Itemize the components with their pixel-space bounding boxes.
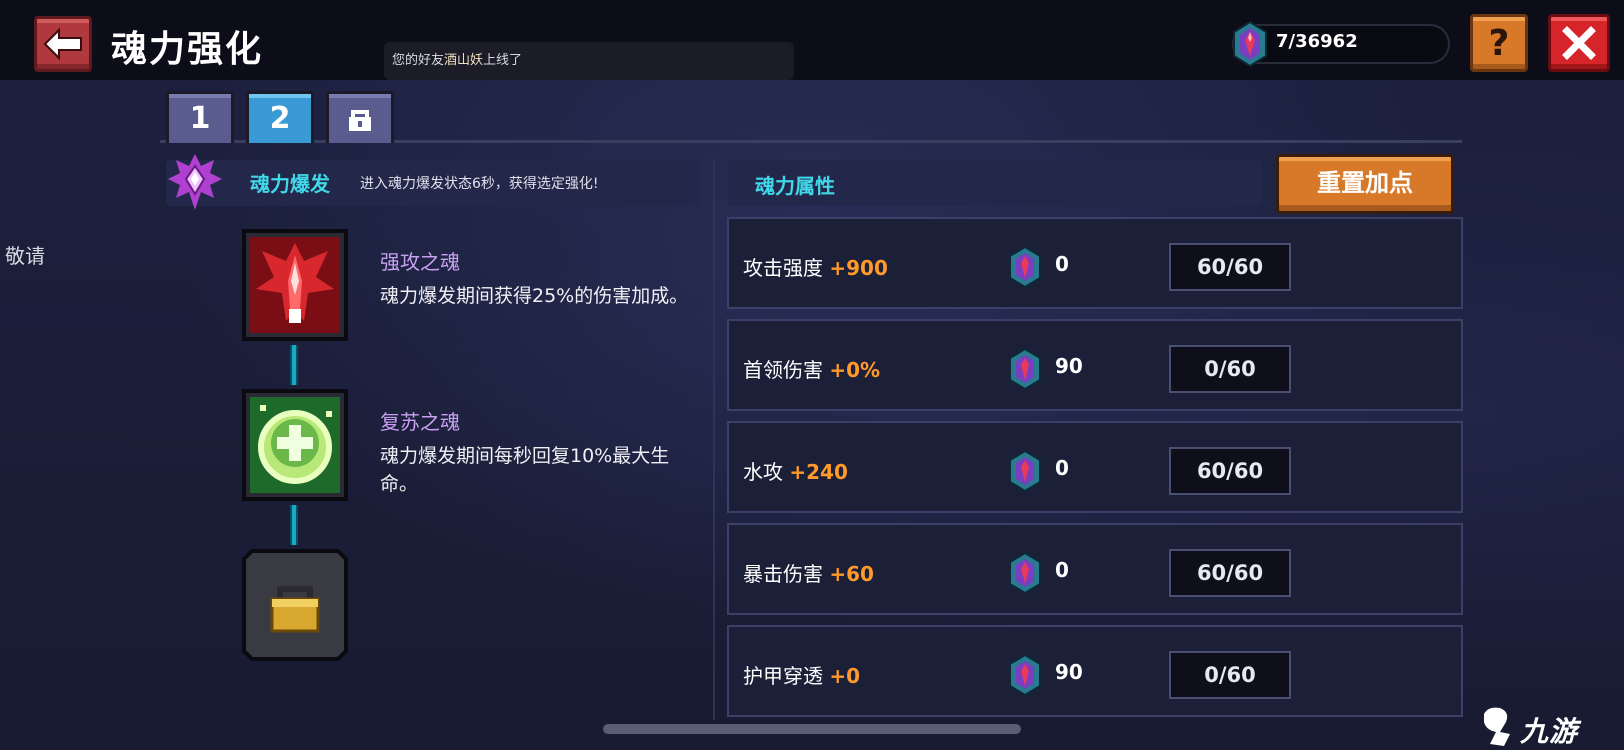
reset-points-button[interactable]: 重置加点 — [1276, 154, 1454, 214]
attribute-bonus: +240 — [789, 460, 848, 484]
notice-prefix: 您的好友 — [392, 53, 445, 68]
soul-gem-icon — [1009, 551, 1041, 595]
watermark-text: 九游 — [1520, 715, 1579, 748]
attribute-cost: 0 — [1055, 456, 1069, 480]
friend-online-notice: 您的好友酒山妖上线了 — [384, 42, 794, 80]
soul-burst-icon — [168, 154, 222, 210]
attribute-bonus: +0% — [829, 358, 881, 382]
attribute-name: 暴击伤害 — [743, 562, 823, 586]
lock-icon[interactable] — [238, 545, 352, 665]
soul-burst-title: 魂力爆发 — [250, 172, 330, 196]
attribute-label: 护甲穿透 +0 — [743, 660, 860, 689]
attribute-cost: 90 — [1055, 660, 1083, 684]
close-icon — [1562, 26, 1596, 60]
attribute-row[interactable]: 护甲穿透 +0 90 0/60 — [727, 625, 1463, 717]
attribute-row[interactable]: 水攻 +240 0 60/60 — [727, 421, 1463, 513]
panel-divider — [713, 160, 715, 720]
attribute-cost: 0 — [1055, 252, 1069, 276]
attribute-name: 水攻 — [743, 460, 783, 484]
attribute-row[interactable]: 暴击伤害 +60 0 60/60 — [727, 523, 1463, 615]
soul-gem-icon — [1233, 20, 1267, 68]
attribute-cost: 0 — [1055, 558, 1069, 582]
attributes-title: 魂力属性 — [755, 174, 835, 198]
skill-name: 强攻之魂 — [380, 250, 460, 274]
soul-gem-icon — [1009, 347, 1041, 391]
attribute-row[interactable]: 攻击强度 +900 0 60/60 — [727, 217, 1463, 309]
tab-lock-icon — [349, 109, 371, 131]
notice-suffix: 上线了 — [483, 53, 523, 68]
side-text: 敬请 — [5, 244, 45, 268]
skill-name: 复苏之魂 — [380, 410, 460, 434]
scrollbar[interactable] — [603, 724, 1021, 734]
attribute-level: 0/60 — [1169, 345, 1291, 393]
attribute-row[interactable]: 首领伤害 +0% 90 0/60 — [727, 319, 1463, 411]
page-title: 魂力强化 — [111, 29, 264, 70]
attribute-level: 60/60 — [1169, 243, 1291, 291]
attribute-name: 护甲穿透 — [743, 664, 823, 688]
help-button[interactable]: ? — [1470, 14, 1528, 72]
back-button[interactable] — [34, 16, 92, 72]
attribute-label: 水攻 +240 — [743, 456, 848, 485]
attribute-level: 60/60 — [1169, 447, 1291, 495]
skill-desc: 魂力爆发期间获得25%的伤害加成。 — [380, 285, 689, 307]
attribute-bonus: +0 — [829, 664, 861, 688]
question-mark-icon: ? — [1488, 22, 1510, 64]
tab-2[interactable]: 2 — [246, 91, 314, 143]
attribute-label: 攻击强度 +900 — [743, 252, 888, 281]
attribute-name: 攻击强度 — [743, 256, 823, 280]
soul-gem-icon — [1009, 449, 1041, 493]
attribute-name: 首领伤害 — [743, 358, 823, 382]
soul-gem-icon — [1009, 653, 1041, 697]
soul-currency-value: 7/36962 — [1276, 31, 1358, 52]
soul-burst-desc: 进入魂力爆发状态6秒，获得选定强化! — [360, 176, 599, 192]
attack-soul-icon[interactable] — [238, 225, 352, 345]
skill-connector — [290, 345, 298, 385]
attribute-bonus: +900 — [829, 256, 888, 280]
back-arrow-icon — [43, 27, 82, 61]
tab-1[interactable]: 1 — [166, 91, 234, 143]
attribute-level: 0/60 — [1169, 651, 1291, 699]
tab-locked[interactable] — [326, 91, 394, 143]
attribute-label: 暴击伤害 +60 — [743, 558, 874, 587]
attribute-label: 首领伤害 +0% — [743, 354, 880, 383]
revive-soul-icon[interactable] — [238, 385, 352, 505]
skill-connector — [290, 505, 298, 545]
notice-friend-name: 酒山妖 — [444, 53, 484, 68]
attribute-bonus: +60 — [829, 562, 874, 586]
attribute-level: 60/60 — [1169, 549, 1291, 597]
attribute-cost: 90 — [1055, 354, 1083, 378]
close-button[interactable] — [1548, 14, 1610, 72]
skill-desc: 魂力爆发期间每秒回复10%最大生命。 — [380, 445, 670, 495]
soul-gem-icon — [1009, 245, 1041, 289]
